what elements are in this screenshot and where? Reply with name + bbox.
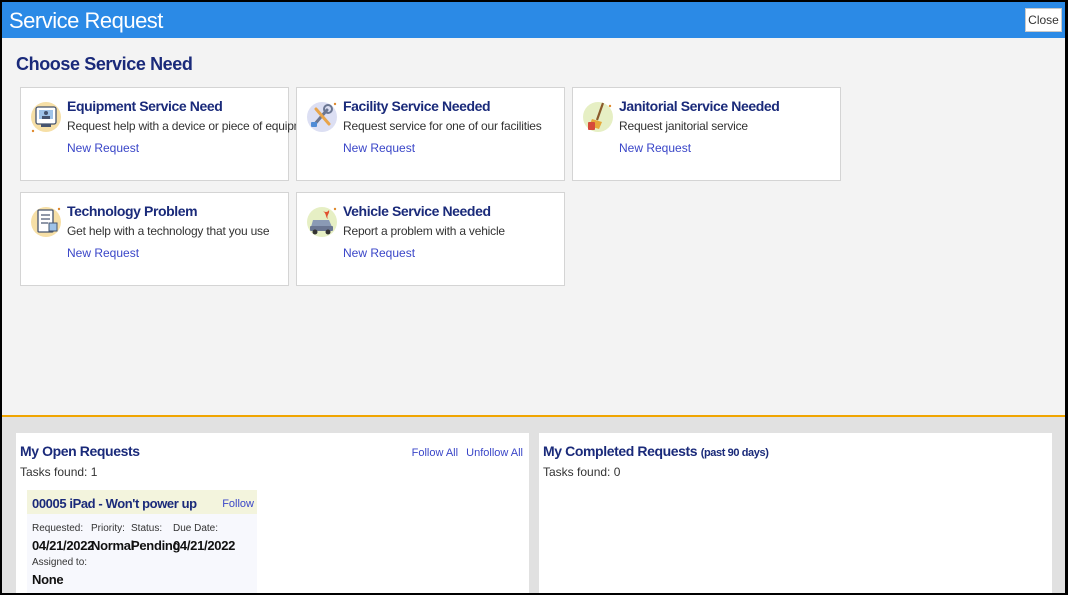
new-request-link[interactable]: New Request <box>343 141 415 155</box>
follow-all-link[interactable]: Follow All <box>412 447 458 459</box>
equipment-icon <box>31 102 61 133</box>
request-card[interactable]: 00005 iPad - Won't power up Follow Reque… <box>27 490 257 593</box>
facility-tools-icon <box>307 102 337 132</box>
requests-area: My Open Requests Follow All Unfollow All… <box>2 417 1065 593</box>
new-request-link[interactable]: New Request <box>343 246 415 260</box>
assigned-value: None <box>32 572 64 587</box>
service-card-equipment[interactable]: Equipment Service Need Request help with… <box>20 87 320 181</box>
priority-label: Priority: <box>91 523 125 534</box>
completed-tasks-count: Tasks found: 0 <box>543 465 621 479</box>
new-request-link[interactable]: New Request <box>619 141 691 155</box>
card-title: Janitorial Service Needed <box>619 98 780 114</box>
unfollow-all-link[interactable]: Unfollow All <box>466 447 523 459</box>
service-card-facility[interactable]: Facility Service Needed Request service … <box>296 87 565 181</box>
card-description: Get help with a technology that you use <box>67 224 270 238</box>
card-title: Facility Service Needed <box>343 98 491 114</box>
open-requests-title: My Open Requests <box>20 443 140 459</box>
card-title: Vehicle Service Needed <box>343 203 491 219</box>
title-bar: Service Request Close <box>2 2 1065 38</box>
choose-service-heading: Choose Service Need <box>16 54 193 74</box>
due-date-value: 04/21/2022 <box>173 538 236 553</box>
assigned-label: Assigned to: <box>32 557 88 568</box>
completed-requests-subtitle: (past 90 days) <box>700 447 769 459</box>
requested-value: 04/21/2022 <box>32 538 95 553</box>
completed-requests-title: My Completed Requests <box>543 443 698 459</box>
card-description: Report a problem with a vehicle <box>343 224 505 238</box>
priority-value: Normal <box>91 538 134 553</box>
completed-requests-heading: My Completed Requests (past 90 days) <box>543 443 769 459</box>
vehicle-icon <box>307 207 337 237</box>
status-label: Status: <box>131 523 163 534</box>
new-request-link[interactable]: New Request <box>67 141 139 155</box>
new-request-link[interactable]: New Request <box>67 246 139 260</box>
open-requests-panel: My Open Requests Follow All Unfollow All… <box>16 433 529 593</box>
service-card-technology[interactable]: Technology Problem Get help with a techn… <box>20 192 289 286</box>
request-card-header: 00005 iPad - Won't power up Follow <box>27 490 257 514</box>
request-title[interactable]: 00005 iPad - Won't power up <box>32 496 197 511</box>
card-description: Request service for one of our facilitie… <box>343 119 542 133</box>
close-button[interactable]: Close <box>1025 8 1062 32</box>
technology-icon <box>31 207 61 237</box>
completed-requests-panel: My Completed Requests (past 90 days) Tas… <box>539 433 1052 593</box>
card-description: Request janitorial service <box>619 119 748 133</box>
service-request-window: Service Request Close Choose Service Nee… <box>2 2 1065 593</box>
service-card-janitorial[interactable]: Janitorial Service Needed Request janito… <box>572 87 841 181</box>
card-title: Equipment Service Need <box>67 98 223 114</box>
follow-links: Follow All Unfollow All <box>407 447 523 459</box>
open-tasks-count: Tasks found: 1 <box>20 465 98 479</box>
card-title: Technology Problem <box>67 203 198 219</box>
window-title: Service Request <box>9 8 163 33</box>
requested-label: Requested: <box>32 523 84 534</box>
card-description: Request help with a device or piece of e… <box>67 119 320 133</box>
janitorial-broom-icon <box>583 102 613 132</box>
due-date-label: Due Date: <box>173 523 219 534</box>
follow-request-link[interactable]: Follow <box>222 498 254 510</box>
service-card-vehicle[interactable]: Vehicle Service Needed Report a problem … <box>296 192 565 286</box>
